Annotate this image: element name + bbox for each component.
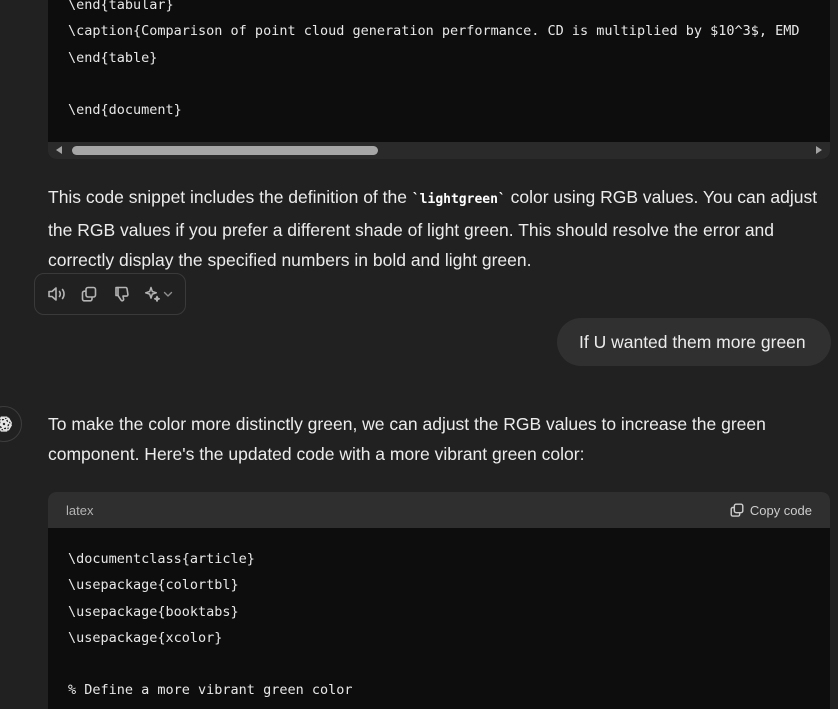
paragraph-text: This code snippet includes the definitio… xyxy=(48,187,412,207)
scrollbar-thumb[interactable] xyxy=(72,146,378,155)
copy-code-label: Copy code xyxy=(749,502,812,518)
thumbs-down-icon[interactable] xyxy=(112,284,132,304)
message-action-bar xyxy=(34,273,186,315)
chevron-down-icon[interactable] xyxy=(161,284,175,304)
user-message-text: If U wanted them more green xyxy=(579,331,806,352)
copy-code-button[interactable]: Copy code xyxy=(729,502,812,518)
user-message-bubble: If U wanted them more green xyxy=(557,318,831,366)
code-block: latex Copy code \documentclass{article} … xyxy=(48,492,830,709)
openai-logo-icon xyxy=(0,416,13,432)
copy-icon[interactable] xyxy=(79,284,99,304)
code-block-header: latex Copy code xyxy=(48,492,830,528)
copy-icon xyxy=(730,503,744,517)
sparkle-icon[interactable] xyxy=(142,284,162,304)
code-block-previous: \end{tabular} \caption{Comparison of poi… xyxy=(48,0,830,159)
code-content: \documentclass{article} \usepackage{colo… xyxy=(68,551,353,699)
assistant-avatar xyxy=(0,406,22,442)
scroll-right-arrow-icon[interactable] xyxy=(816,146,822,154)
horizontal-scrollbar[interactable] xyxy=(48,142,830,159)
inline-code: `lightgreen` xyxy=(411,192,506,207)
code-content-previous: \end{tabular} \caption{Comparison of poi… xyxy=(68,0,800,119)
code-language-label: latex xyxy=(66,502,94,518)
assistant-message-paragraph: This code snippet includes the definitio… xyxy=(48,182,830,275)
chat-page: \end{tabular} \caption{Comparison of poi… xyxy=(0,0,838,709)
read-aloud-icon[interactable] xyxy=(47,284,67,304)
paragraph-text: To make the color more distinctly green,… xyxy=(48,414,766,464)
assistant-message-paragraph-2: To make the color more distinctly green,… xyxy=(48,409,830,469)
scroll-left-arrow-icon[interactable] xyxy=(56,146,62,154)
